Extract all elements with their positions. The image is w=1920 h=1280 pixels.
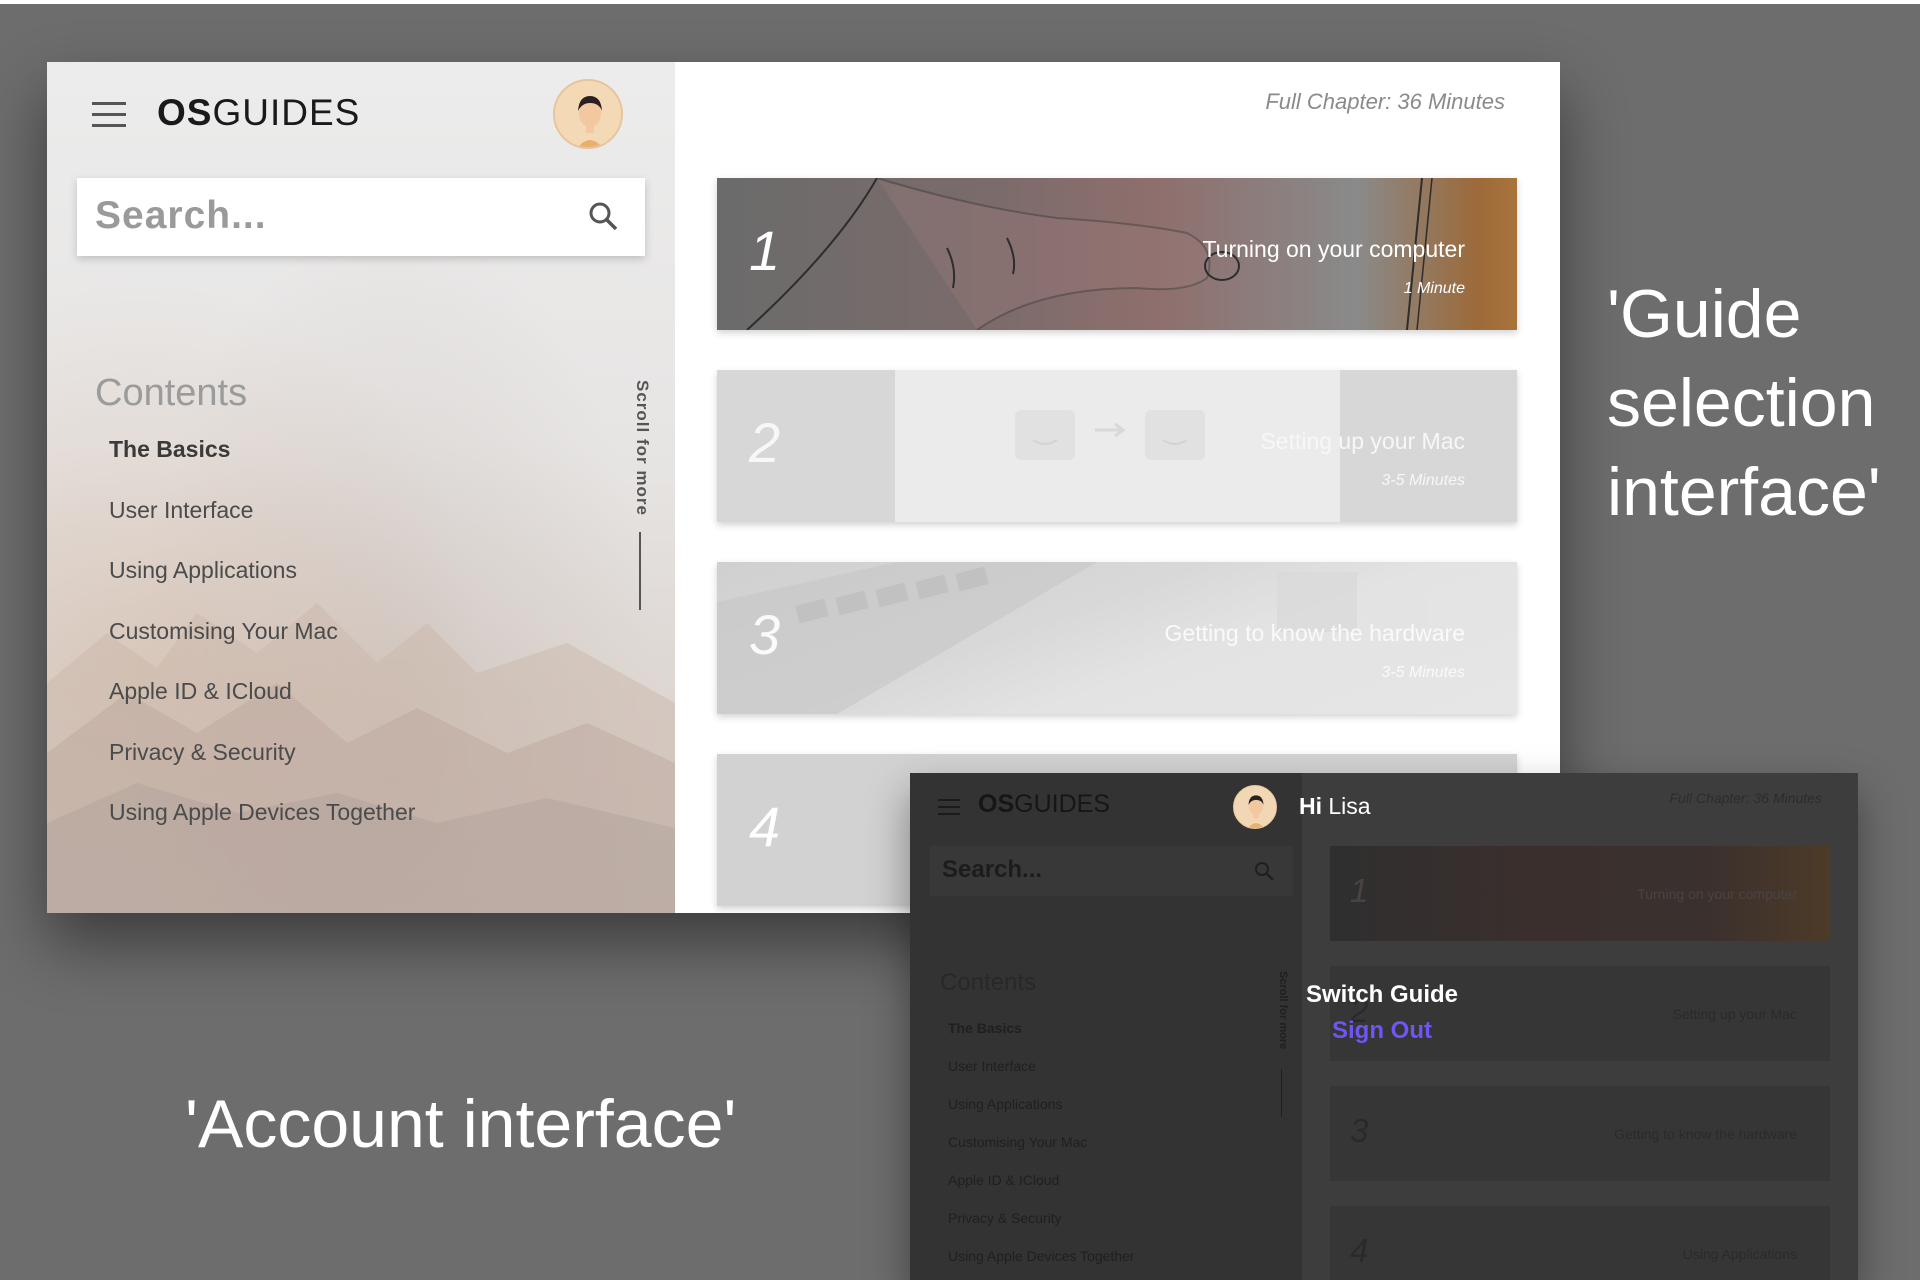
guide-card-1[interactable]: 1 Turning on your computer <box>1330 846 1830 941</box>
search-bar[interactable]: Search... <box>930 846 1293 896</box>
contents-title: Contents <box>95 372 248 414</box>
guide-card-3[interactable]: 3 Getting to know the hardware <box>1330 1086 1830 1181</box>
top-strip <box>0 0 1920 4</box>
card-duration: 1 Minute <box>1403 280 1465 297</box>
toc-item-devices-together[interactable]: Using Apple Devices Together <box>948 1246 1135 1280</box>
card-number: 4 <box>749 795 781 858</box>
toc-item-devices-together[interactable]: Using Apple Devices Together <box>109 795 415 856</box>
user-avatar-icon <box>555 81 621 147</box>
greeting-name: Lisa <box>1328 793 1371 819</box>
sidebar: OSGUIDES Search... Contents The Basics U… <box>47 62 675 913</box>
toc-item-apple-id[interactable]: Apple ID & ICloud <box>948 1170 1135 1208</box>
card-title: Getting to know the hardware <box>1614 1126 1797 1142</box>
toc-list: The Basics User Interface Using Applicat… <box>948 1018 1135 1280</box>
toc-item-using-applications[interactable]: Using Applications <box>948 1094 1135 1132</box>
avatar[interactable] <box>553 79 623 149</box>
toc-item-using-applications[interactable]: Using Applications <box>109 553 415 614</box>
card-duration: 3-5 Minutes <box>1381 472 1465 489</box>
guide-card-1[interactable]: 1 Turning on your computer 1 Minute <box>717 178 1517 330</box>
search-input[interactable]: Search... <box>942 856 1042 884</box>
toc-list: The Basics User Interface Using Applicat… <box>109 432 415 856</box>
toc-item-user-interface[interactable]: User Interface <box>109 493 415 554</box>
contents-title: Contents <box>940 969 1037 996</box>
toc-item-privacy[interactable]: Privacy & Security <box>109 735 415 796</box>
card-title: Using Applications <box>1682 1246 1797 1262</box>
search-icon[interactable] <box>587 200 619 232</box>
sign-out-button[interactable]: Sign Out <box>1332 1017 1432 1045</box>
card-number: 3 <box>1350 1112 1369 1149</box>
card-title: Setting up your Mac <box>1260 428 1465 454</box>
scroll-indicator[interactable] <box>639 532 641 610</box>
scroll-hint: Scroll for more <box>1277 971 1289 1050</box>
caption-guide-selection: 'Guide selection interface' <box>1607 276 1881 530</box>
toc-item-apple-id[interactable]: Apple ID & ICloud <box>109 674 415 735</box>
toc-item-user-interface[interactable]: User Interface <box>948 1056 1135 1094</box>
card-number: 1 <box>749 219 781 282</box>
avatar[interactable] <box>1233 785 1277 829</box>
brand-logo: OSGUIDES <box>978 790 1110 819</box>
brand-bold: OS <box>157 92 213 133</box>
hamburger-icon[interactable] <box>92 102 126 128</box>
toc-item-customising[interactable]: Customising Your Mac <box>948 1132 1135 1170</box>
brand-regular: GUIDES <box>1014 790 1110 818</box>
scroll-hint: Scroll for more <box>633 380 652 516</box>
guide-card-4[interactable]: 4 Using Applications <box>1330 1206 1830 1280</box>
card-number: 3 <box>749 603 781 666</box>
card-title: Turning on your computer <box>1202 236 1465 262</box>
toc-item-the-basics[interactable]: The Basics <box>109 432 415 493</box>
account-window: OSGUIDES Search... Contents The Basics U… <box>910 773 1858 1280</box>
search-bar[interactable]: Search... <box>77 178 645 256</box>
chapter-time: Full Chapter: 36 Minutes <box>1669 790 1822 806</box>
card-number: 4 <box>1350 1232 1369 1269</box>
hamburger-icon[interactable] <box>938 799 960 815</box>
card-number: 1 <box>1350 872 1369 909</box>
caption-account: 'Account interface' <box>185 1086 737 1162</box>
guide-card-3[interactable]: 3 Getting to know the hardware 3-5 Minut… <box>717 562 1517 714</box>
card-title: Turning on your computer <box>1637 886 1797 902</box>
toc-item-the-basics[interactable]: The Basics <box>948 1018 1135 1056</box>
toc-item-privacy[interactable]: Privacy & Security <box>948 1208 1135 1246</box>
switch-guide-button[interactable]: Switch Guide <box>1306 981 1458 1009</box>
search-input[interactable]: Search... <box>95 194 267 238</box>
card-number: 2 <box>749 411 781 474</box>
guide-card-2[interactable]: 2 Setting up your Mac 3-5 Minutes <box>717 370 1517 522</box>
card-duration: 3-5 Minutes <box>1381 664 1465 681</box>
scroll-indicator[interactable] <box>1281 1069 1282 1117</box>
greeting: Hi Lisa <box>1299 793 1371 820</box>
chapter-time: Full Chapter: 36 Minutes <box>1265 89 1505 114</box>
search-icon[interactable] <box>1253 860 1275 882</box>
greeting-hi: Hi <box>1299 793 1322 819</box>
toc-item-customising[interactable]: Customising Your Mac <box>109 614 415 675</box>
brand-bold: OS <box>978 790 1015 818</box>
brand-logo: OSGUIDES <box>157 92 360 134</box>
user-avatar-icon <box>1234 786 1276 828</box>
card-title: Getting to know the hardware <box>1164 620 1465 646</box>
card-title: Setting up your Mac <box>1672 1006 1797 1022</box>
brand-regular: GUIDES <box>212 92 361 133</box>
